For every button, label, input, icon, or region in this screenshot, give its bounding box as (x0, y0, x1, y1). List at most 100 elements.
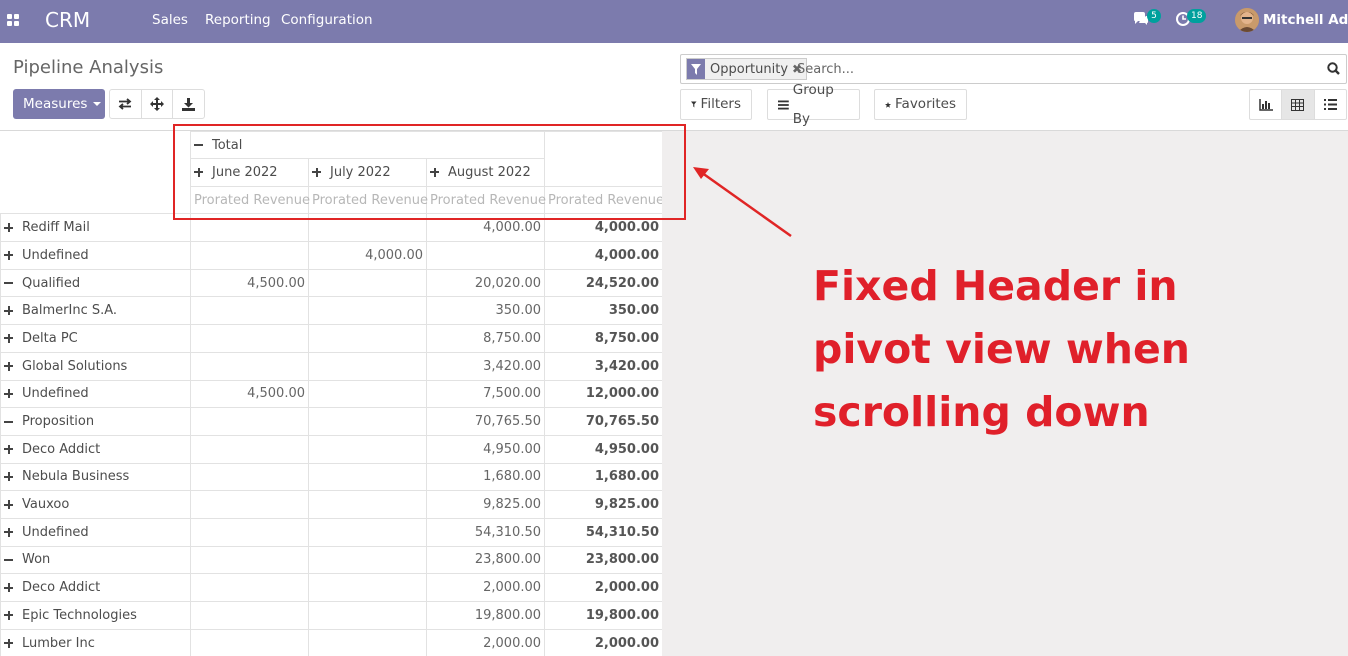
pivot-total-cell[interactable]: 12,000.00 (544, 379, 662, 409)
filters-button[interactable]: Filters (680, 89, 752, 120)
user-name[interactable]: Mitchell Admin (1263, 12, 1348, 28)
app-name[interactable]: CRM (45, 8, 90, 32)
pivot-cell[interactable]: 23,800.00 (425, 545, 546, 575)
app-menu-icon[interactable] (7, 14, 20, 27)
row-header[interactable]: Qualified (0, 268, 191, 298)
pivot-cell[interactable] (308, 628, 427, 656)
pivot-cell[interactable] (308, 462, 427, 492)
row-header[interactable]: Proposition (0, 407, 191, 436)
pivot-cell[interactable] (425, 241, 546, 270)
pivot-cell[interactable]: 1,680.00 (425, 462, 546, 492)
search-icon[interactable] (1327, 62, 1340, 79)
menu-configuration[interactable]: Configuration (281, 12, 373, 28)
row-header[interactable]: BalmerInc S.A. (0, 296, 191, 326)
pivot-cell[interactable] (190, 351, 309, 381)
row-label: Delta PC (22, 330, 78, 346)
pivot-cell[interactable]: 7,500.00 (425, 379, 546, 409)
pivot-cell[interactable] (308, 296, 427, 326)
pivot-total-cell[interactable]: 23,800.00 (544, 545, 662, 575)
row-header[interactable]: Nebula Business (0, 462, 191, 492)
pivot-cell[interactable]: 54,310.50 (425, 517, 546, 547)
pivot-cell[interactable]: 70,765.50 (425, 407, 546, 436)
row-header[interactable]: Undefined (0, 517, 191, 547)
download-button[interactable] (173, 90, 204, 118)
pivot-cell[interactable] (190, 573, 309, 602)
pivot-cell[interactable]: 3,420.00 (425, 351, 546, 381)
pivot-cell[interactable] (190, 462, 309, 492)
pivot-cell[interactable] (190, 296, 309, 326)
pivot-cell[interactable]: 4,500.00 (190, 379, 309, 409)
expand-icon (4, 361, 13, 371)
pivot-cell[interactable] (190, 324, 309, 353)
row-header[interactable]: Won (0, 545, 191, 575)
pivot-cell[interactable] (190, 241, 309, 270)
pivot-total-cell[interactable]: 8,750.00 (544, 324, 662, 353)
pivot-cell[interactable] (190, 407, 309, 436)
pivot-cell[interactable] (308, 517, 427, 547)
favorites-button[interactable]: Favorites (874, 89, 967, 120)
pivot-total-cell[interactable]: 9,825.00 (544, 490, 662, 519)
row-header[interactable]: Lumber Inc (0, 628, 191, 656)
pivot-cell[interactable]: 4,950.00 (425, 434, 546, 464)
pivot-total-cell[interactable]: 4,000.00 (544, 241, 662, 270)
pivot-cell[interactable] (190, 490, 309, 519)
row-header[interactable]: Global Solutions (0, 351, 191, 381)
row-header[interactable]: Undefined (0, 379, 191, 409)
pivot-cell[interactable] (308, 545, 427, 575)
row-header[interactable]: Epic Technologies (0, 601, 191, 630)
pivot-cell[interactable]: 19,800.00 (425, 601, 546, 630)
pivot-cell[interactable] (308, 601, 427, 630)
pivot-cell[interactable]: 4,000.00 (308, 241, 427, 270)
pivot-total-cell[interactable]: 350.00 (544, 296, 662, 326)
pivot-view-button[interactable] (1282, 90, 1315, 119)
flip-axis-button[interactable] (110, 90, 142, 118)
user-avatar[interactable] (1235, 8, 1259, 32)
search-input[interactable] (797, 60, 1297, 78)
pivot-cell[interactable]: 20,020.00 (425, 268, 546, 298)
pivot-cell[interactable] (190, 628, 309, 656)
row-header[interactable]: Vauxoo (0, 490, 191, 519)
list-view-button[interactable] (1315, 90, 1346, 119)
row-header[interactable]: Deco Addict (0, 573, 191, 602)
pivot-total-cell[interactable]: 24,520.00 (544, 268, 662, 298)
pivot-total-cell[interactable]: 1,680.00 (544, 462, 662, 492)
row-header[interactable]: Undefined (0, 241, 191, 270)
pivot-cell[interactable]: 9,825.00 (425, 490, 546, 519)
pivot-cell[interactable] (308, 324, 427, 353)
menu-reporting[interactable]: Reporting (205, 12, 271, 28)
pivot-total-cell[interactable]: 2,000.00 (544, 573, 662, 602)
pivot-cell[interactable] (190, 601, 309, 630)
graph-icon (1258, 98, 1273, 111)
pivot-cell[interactable] (190, 545, 309, 575)
row-header[interactable]: Delta PC (0, 324, 191, 353)
group-by-button[interactable]: Group By (767, 82, 860, 127)
pivot-cell[interactable] (308, 490, 427, 519)
pivot-total-cell[interactable]: 54,310.50 (544, 517, 662, 547)
expand-icon (4, 389, 13, 399)
pivot-total-cell[interactable]: 70,765.50 (544, 407, 662, 436)
pivot-total-cell[interactable]: 19,800.00 (544, 601, 662, 630)
pivot-total-cell[interactable]: 4,950.00 (544, 434, 662, 464)
pivot-cell[interactable] (308, 573, 427, 602)
pivot-cell[interactable] (190, 434, 309, 464)
row-header[interactable]: Deco Addict (0, 434, 191, 464)
pivot-cell[interactable] (308, 351, 427, 381)
measures-button[interactable]: Measures (13, 89, 105, 119)
pivot-cell[interactable]: 4,500.00 (190, 268, 309, 298)
pivot-total-cell[interactable]: 3,420.00 (544, 351, 662, 381)
annotation-line: scrolling down (813, 388, 1150, 436)
pivot-cell[interactable] (308, 407, 427, 436)
pivot-cell[interactable] (190, 517, 309, 547)
row-header[interactable]: Rediff Mail (0, 213, 191, 243)
expand-all-button[interactable] (142, 90, 174, 118)
pivot-total-cell[interactable]: 2,000.00 (544, 628, 662, 656)
pivot-cell[interactable]: 2,000.00 (425, 573, 546, 602)
pivot-cell[interactable] (308, 268, 427, 298)
pivot-cell[interactable] (308, 379, 427, 409)
pivot-cell[interactable] (308, 434, 427, 464)
pivot-cell[interactable]: 8,750.00 (425, 324, 546, 353)
graph-view-button[interactable] (1250, 90, 1283, 119)
pivot-cell[interactable]: 2,000.00 (425, 628, 546, 656)
menu-sales[interactable]: Sales (152, 12, 188, 28)
pivot-cell[interactable]: 350.00 (425, 296, 546, 326)
